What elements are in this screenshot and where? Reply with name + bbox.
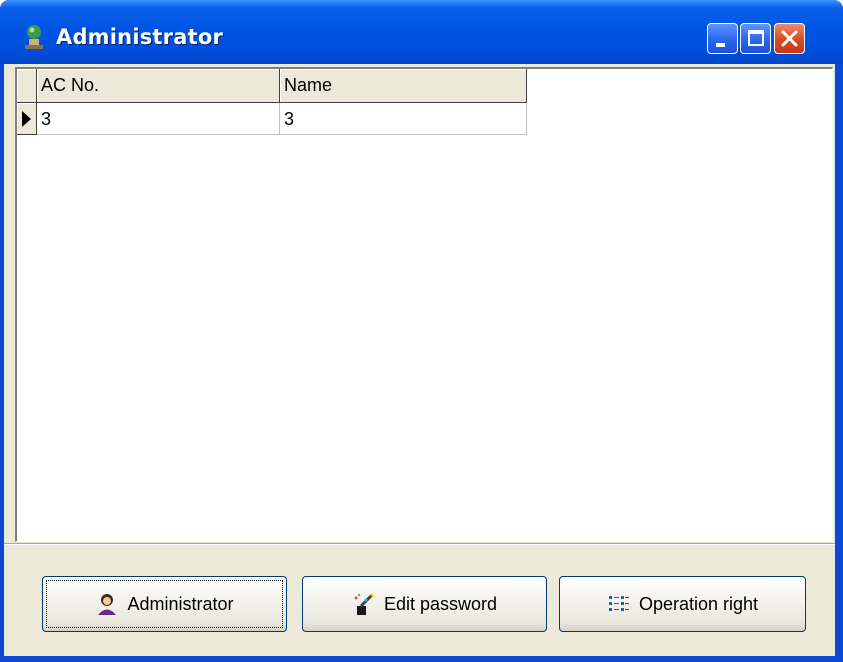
cell-ac-no[interactable]: 3: [37, 103, 280, 135]
administrator-button[interactable]: Administrator: [42, 576, 287, 632]
title-bar[interactable]: Administrator: [0, 0, 843, 64]
operation-right-button-label: Operation right: [638, 593, 759, 614]
client-area: AC No. Name 3 3 Administrator Edit passw…: [4, 64, 835, 656]
cell-name[interactable]: 3: [280, 103, 527, 135]
operation-right-button[interactable]: Operation right: [559, 576, 806, 632]
user-globe-icon: [25, 25, 43, 49]
grid-header-row: AC No. Name: [17, 69, 527, 103]
edit-password-button-label: Edit password: [383, 593, 498, 614]
divider: [4, 543, 835, 545]
maximize-icon: [748, 30, 764, 46]
header-indicator-cell: [17, 69, 37, 103]
administrator-window: Administrator AC No. Name 3 3 Administra…: [0, 0, 843, 662]
permissions-list-icon: [608, 596, 629, 611]
close-button[interactable]: [774, 23, 805, 54]
close-icon: [781, 30, 798, 47]
edit-password-button[interactable]: Edit password: [302, 576, 547, 632]
current-row-pointer-icon: [22, 111, 31, 127]
administrator-button-label: Administrator: [127, 593, 234, 614]
magic-wand-icon: [354, 593, 375, 615]
window-title: Administrator: [56, 25, 224, 49]
minimize-button[interactable]: [707, 23, 738, 54]
maximize-button[interactable]: [740, 23, 771, 54]
administrator-icon: [98, 594, 117, 615]
data-grid[interactable]: AC No. Name 3 3: [15, 67, 833, 542]
minimize-icon: [716, 43, 725, 47]
column-header-ac-no[interactable]: AC No.: [37, 69, 280, 103]
column-header-name[interactable]: Name: [280, 69, 527, 103]
table-row[interactable]: 3 3: [17, 103, 527, 135]
row-indicator[interactable]: [17, 103, 37, 135]
